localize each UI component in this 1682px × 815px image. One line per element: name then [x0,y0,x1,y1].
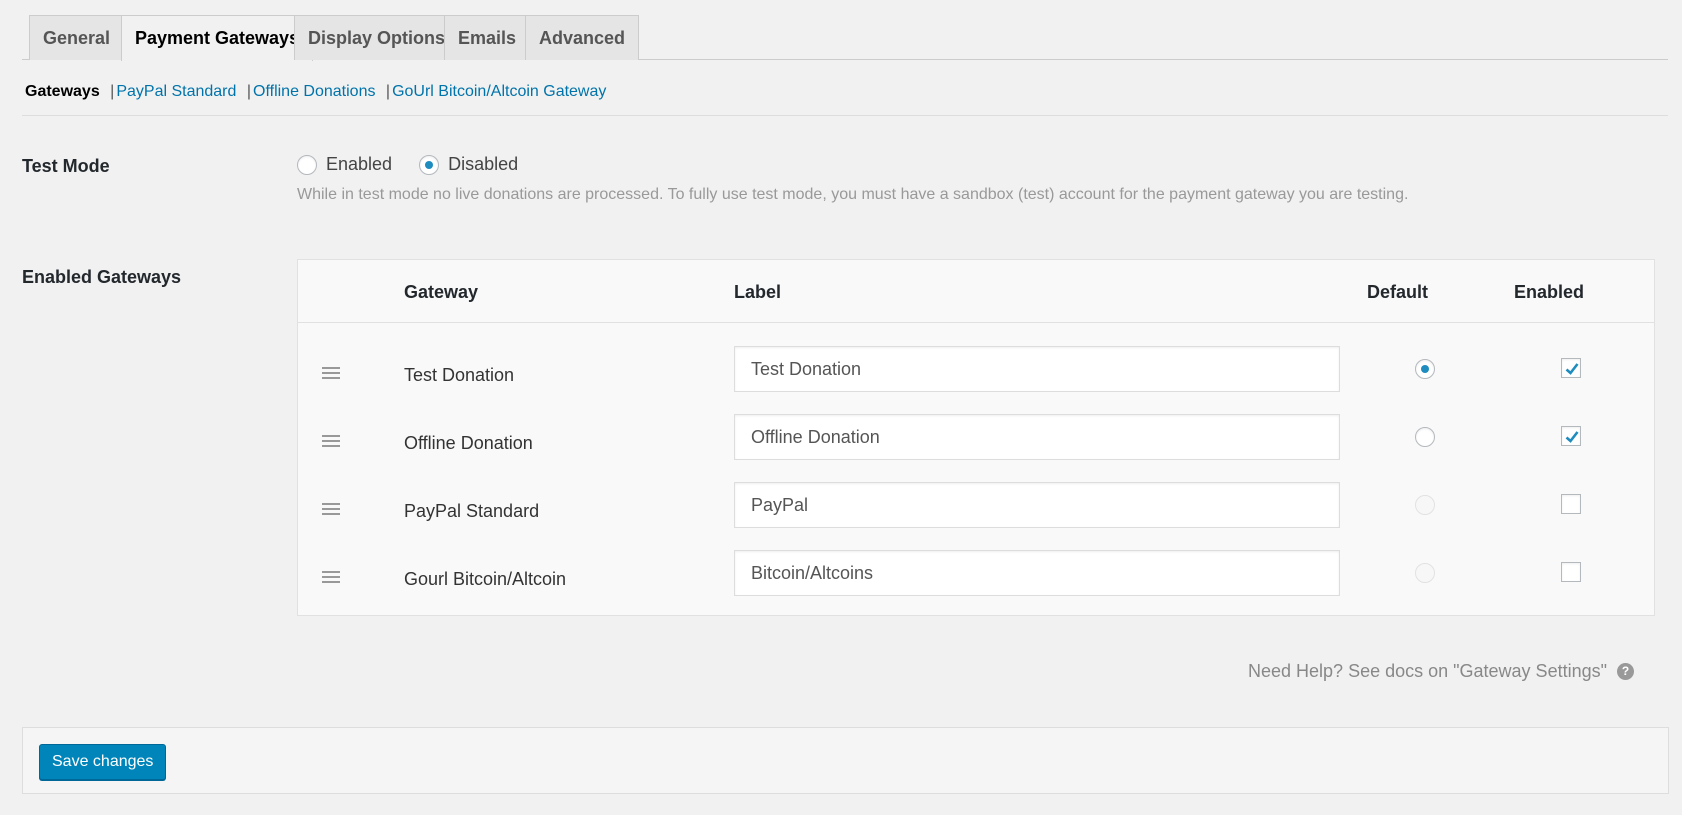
checkmark-icon [1565,363,1579,375]
gateway-row-test-donation: Test Donation [298,343,1654,411]
gateway-row-paypal-standard: PayPal Standard [298,479,1654,547]
gateways-table: Gateway Label Default Enabled Test Donat… [297,259,1655,616]
tab-advanced[interactable]: Advanced [525,15,640,60]
gateway-subnav: Gateways | PayPal Standard | Offline Donat… [25,83,606,101]
gateway-row-gourl-bitcoin: Gourl Bitcoin/Altcoin [298,547,1654,615]
default-gateway-radio[interactable] [1415,427,1435,447]
gateway-label-input[interactable] [734,482,1340,528]
default-gateway-radio[interactable] [1415,563,1435,583]
tab-display-options[interactable]: Display Options [294,15,460,60]
drag-handle-icon[interactable] [322,435,340,449]
gateway-label-input[interactable] [734,346,1340,392]
test-mode-disabled-radio[interactable] [419,154,440,175]
tab-general[interactable]: General [29,15,125,60]
drag-handle-icon[interactable] [322,571,340,585]
test-mode-enabled-radio[interactable] [297,154,317,175]
column-header-default: Default [1367,282,1429,302]
drag-handle-icon[interactable] [322,367,340,381]
test-mode-disabled-label: Disabled [448,154,519,174]
tab-payment-gateways[interactable]: Payment Gateways [121,15,314,61]
gateway-row-offline-donation: Offline Donation [298,411,1654,479]
subnav-link-gourl-gateway[interactable]: GoUrl Bitcoin/Altcoin Gateway [392,83,606,100]
gateway-enabled-checkbox[interactable] [1561,426,1581,446]
gateways-table-header: Gateway Label Default Enabled [298,260,1654,323]
test-mode-description: While in test mode no live donations are… [297,186,1409,203]
form-footer: Save changes [22,727,1669,794]
divider [22,115,1668,116]
enabled-gateways-label: Enabled Gateways [22,267,182,287]
subnav-link-offline-donations[interactable]: Offline Donations [253,83,375,100]
subnav-current-gateways: Gateways [25,83,100,100]
subnav-separator: | [246,83,252,100]
gateway-name: Offline Donation [404,433,533,453]
settings-page: General Payment Gateways Display Options… [0,0,1682,815]
test-mode-disabled-option[interactable]: Disabled [419,154,518,175]
drag-handle-icon[interactable] [322,503,340,517]
gateway-name: Test Donation [404,365,515,385]
gateway-enabled-checkbox[interactable] [1561,494,1581,514]
checkmark-icon [1565,431,1579,443]
save-changes-button[interactable]: Save changes [39,744,167,780]
settings-tabs: General Payment Gateways Display Options… [22,15,1668,61]
gateway-name: PayPal Standard [404,501,540,521]
help-question-icon[interactable]: ? [1617,663,1634,680]
test-mode-label: Test Mode [22,156,110,176]
help-link[interactable]: Need Help? See docs on "Gateway Settings… [1248,661,1634,682]
subnav-separator: | [385,83,391,100]
gateway-label-input[interactable] [734,550,1340,596]
subnav-separator: | [110,83,115,100]
default-gateway-radio[interactable] [1415,359,1435,379]
test-mode-enabled-option[interactable]: Enabled [297,154,392,175]
column-header-gateway: Gateway [404,282,479,302]
gateway-label-input[interactable] [734,414,1340,460]
default-gateway-radio[interactable] [1415,495,1435,515]
test-mode-enabled-label: Enabled [326,154,393,174]
column-header-enabled: Enabled [1514,282,1585,302]
gateway-enabled-checkbox[interactable] [1561,358,1581,378]
column-header-label: Label [734,282,782,302]
help-text: Need Help? See docs on "Gateway Settings… [1248,661,1607,681]
subnav-link-paypal-standard[interactable]: PayPal Standard [116,83,236,100]
gateway-name: Gourl Bitcoin/Altcoin [404,569,567,589]
test-mode-options: Enabled Disabled [297,154,540,180]
tab-emails[interactable]: Emails [444,15,531,60]
gateway-enabled-checkbox[interactable] [1561,562,1581,582]
